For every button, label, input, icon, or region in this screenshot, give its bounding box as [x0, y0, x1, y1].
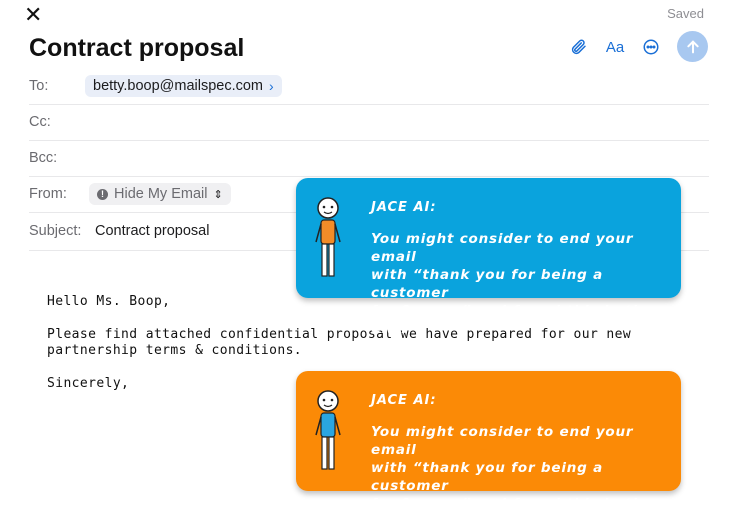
- bcc-label: Bcc:: [29, 150, 58, 166]
- more-icon[interactable]: [640, 36, 662, 58]
- ai-callout-line: with “thank you for being a customer: [371, 460, 604, 494]
- body-paragraph-line2[interactable]: partnership terms & conditions.: [47, 343, 302, 359]
- body-signoff[interactable]: Sincerely,: [47, 376, 129, 392]
- to-label: To:: [29, 78, 49, 94]
- chevron-right-icon: ›: [269, 78, 274, 94]
- hide-my-email-selector[interactable]: ! Hide My Email ⇕: [89, 183, 231, 205]
- close-icon[interactable]: ✕: [24, 2, 42, 28]
- assistant-figure-icon: [315, 197, 341, 277]
- send-arrow-icon: [686, 39, 699, 53]
- ai-callout-message: You might consider to end your email wit…: [371, 230, 671, 338]
- ai-suggestion-callout: JACE AI: You might consider to end your …: [296, 371, 681, 530]
- ai-callout-line: for 8 years” as I found this in the CRM: [371, 496, 653, 530]
- recipient-chip[interactable]: betty.boop@mailspec.com ›: [85, 75, 282, 97]
- text-format-icon[interactable]: Aa: [604, 36, 626, 58]
- cc-label: Cc:: [29, 114, 51, 130]
- info-icon: !: [97, 188, 108, 200]
- subject-input[interactable]: Contract proposal: [95, 223, 209, 239]
- ai-suggestion-callout: JACE AI: You might consider to end your …: [296, 178, 681, 337]
- from-label: From:: [29, 186, 67, 202]
- ai-callout-line: You might consider to end your email: [371, 424, 634, 458]
- recipient-email: betty.boop@mailspec.com: [93, 78, 263, 94]
- paperclip-icon[interactable]: [568, 36, 590, 58]
- bcc-row[interactable]: Bcc:: [29, 140, 709, 177]
- compose-toolbar: Aa: [568, 36, 662, 58]
- email-subject-title: Contract proposal: [29, 34, 245, 62]
- up-down-chevron-icon: ⇕: [213, 188, 223, 201]
- ai-callout-header: JACE AI:: [371, 393, 437, 408]
- body-greeting[interactable]: Hello Ms. Boop,: [47, 294, 170, 310]
- ai-callout-line: You might consider to end your email: [371, 231, 634, 265]
- cc-row[interactable]: Cc:: [29, 104, 709, 141]
- to-row: To: betty.boop@mailspec.com ›: [29, 68, 709, 105]
- from-value: Hide My Email: [114, 186, 208, 202]
- send-button[interactable]: [677, 31, 708, 62]
- saved-status: Saved: [667, 6, 704, 21]
- ai-callout-line: with “thank you for being a customer: [371, 267, 604, 301]
- ai-callout-header: JACE AI:: [371, 200, 437, 215]
- ai-callout-message: You might consider to end your email wit…: [371, 423, 671, 531]
- assistant-figure-icon: [315, 390, 341, 470]
- subject-label: Subject:: [29, 223, 82, 239]
- ai-callout-line: for 8 years” as I found this in the CRM: [371, 303, 653, 337]
